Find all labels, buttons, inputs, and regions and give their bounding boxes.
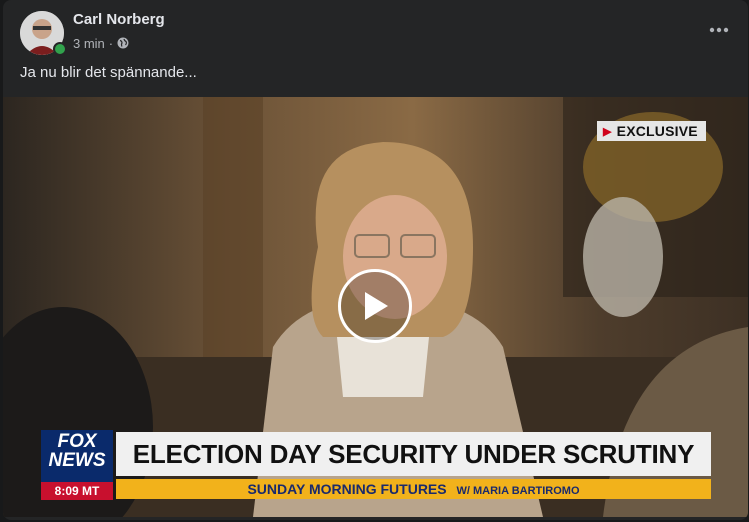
video-player[interactable]: ▶ EXCLUSIVE FOX NEWS 8:09 MT ELECTION DA… [3,97,748,517]
post-header: Carl Norberg 3 min · [3,0,748,60]
exclusive-tag: ▶ EXCLUSIVE [597,121,706,141]
post-timestamp[interactable]: 3 min [73,36,105,51]
feed-post: Carl Norberg 3 min · Ja nu blir det spän… [3,0,748,520]
more-options-button[interactable] [704,16,734,44]
author-name[interactable]: Carl Norberg [73,11,165,28]
logo-line-fox: FOX [57,431,97,452]
post-meta: 3 min · [73,35,129,51]
news-lower-third: FOX NEWS 8:09 MT ELECTION DAY SECURITY U… [41,430,713,500]
show-host: W/ MARIA BARTIROMO [456,485,580,497]
play-icon [365,292,388,320]
show-bar: SUNDAY MORNING FUTURES W/ MARIA BARTIROM… [116,479,711,499]
online-status-dot [53,42,67,56]
headline-banner: ELECTION DAY SECURITY UNDER SCRUTINY [116,432,711,476]
meta-separator: · [108,35,114,51]
exclusive-label: EXCLUSIVE [616,123,698,139]
play-button[interactable] [338,269,412,343]
broadcast-clock: 8:09 MT [41,482,113,500]
more-options-icon [709,27,729,33]
post-text: Ja nu blir det spännande... [20,64,197,81]
logo-line-news: NEWS [48,450,106,471]
fox-news-logo: FOX NEWS 8:09 MT [41,430,113,500]
globe-icon[interactable] [117,37,129,49]
show-name: SUNDAY MORNING FUTURES [247,481,447,497]
exclusive-marker-icon: ▶ [603,125,612,138]
